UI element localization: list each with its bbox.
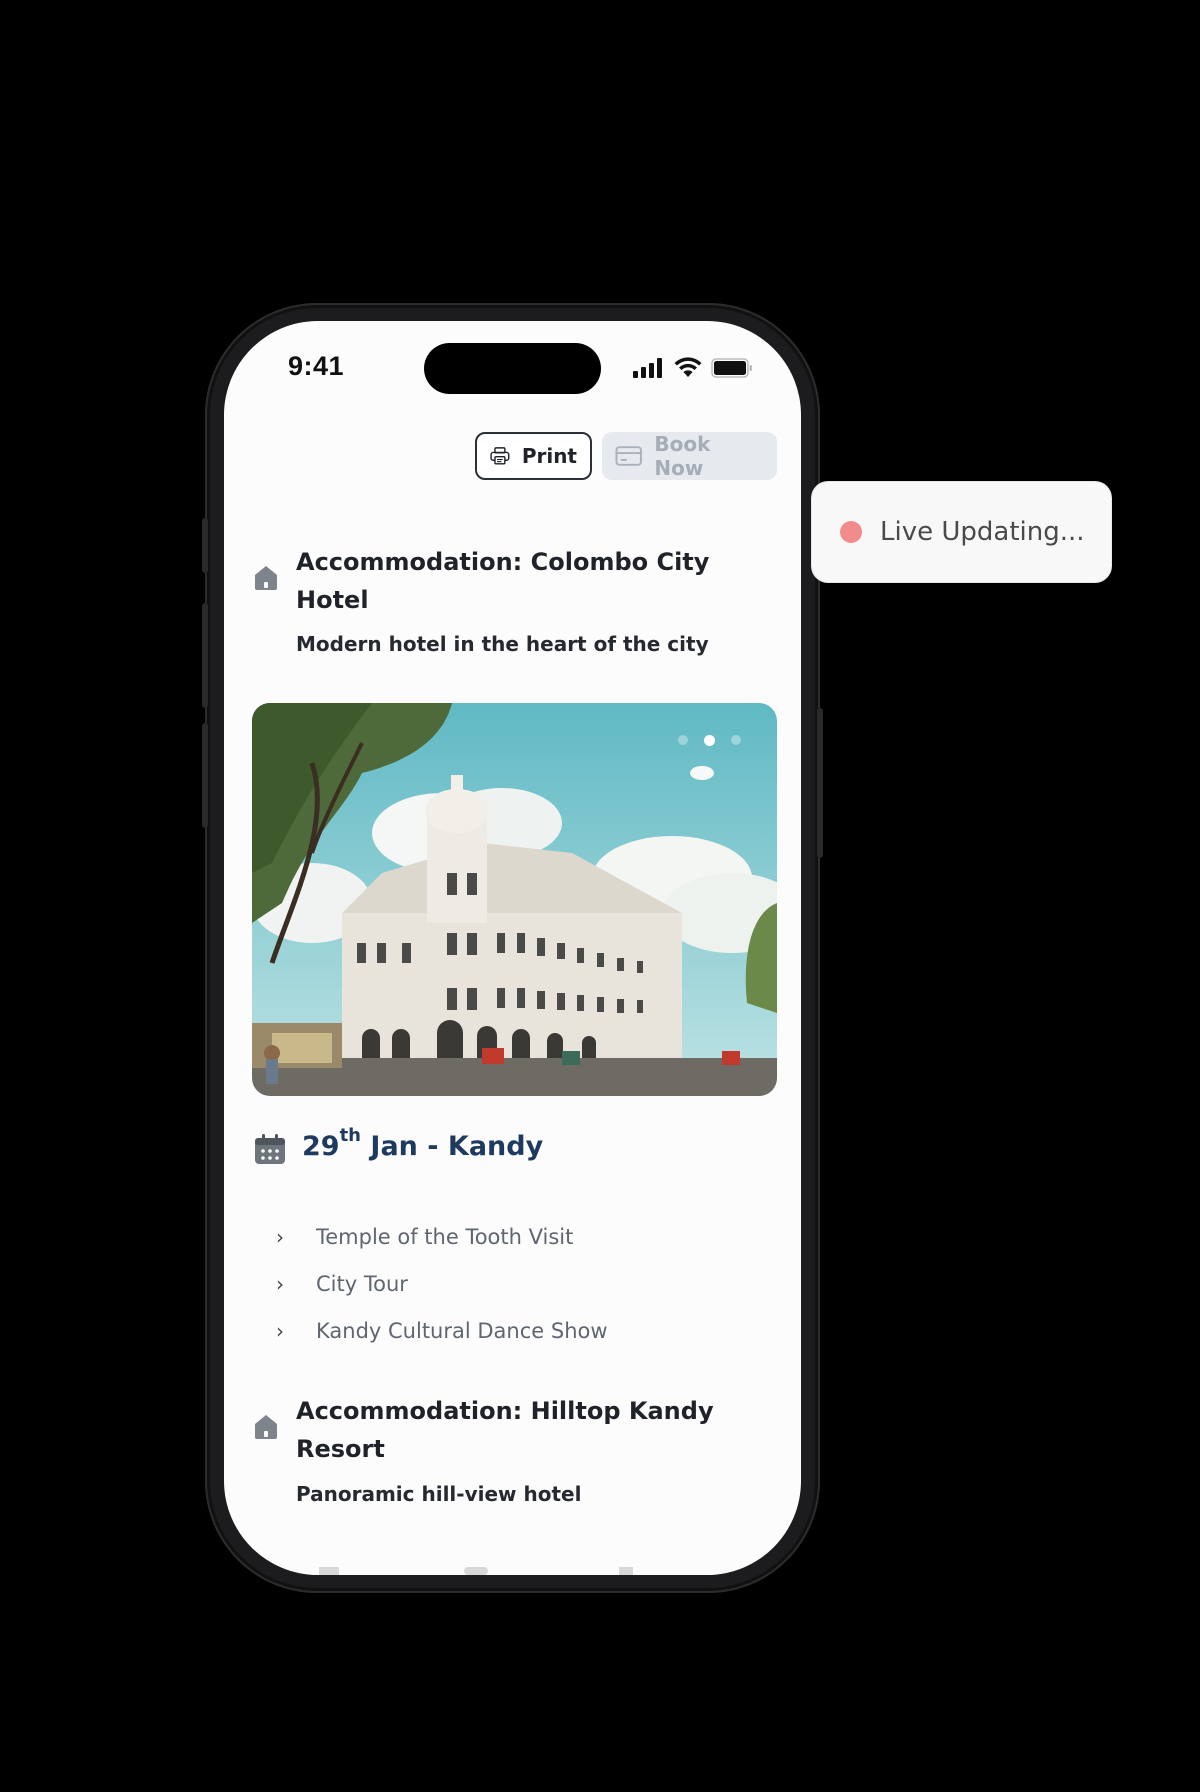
carousel-dot-active[interactable]: [704, 735, 715, 746]
live-updating-pill: Live Updating...: [812, 482, 1111, 582]
print-label: Print: [521, 444, 577, 468]
activity-label: Temple of the Tooth Visit: [316, 1224, 574, 1249]
status-time: 9:41: [288, 351, 345, 381]
day-heading: 29th Jan - Kandy: [302, 1125, 544, 1162]
battery-icon: [711, 357, 752, 378]
hotel-photo: [252, 703, 777, 1096]
live-indicator-dot: [840, 521, 862, 543]
cellular-signal-icon: [633, 357, 662, 378]
carousel-dot[interactable]: [678, 735, 688, 745]
activity-label: City Tour: [316, 1271, 408, 1296]
home-icon: [255, 566, 277, 590]
chevron-right-icon: ›: [276, 1318, 284, 1343]
activity-list: › Temple of the Tooth Visit › City Tour …: [276, 1213, 608, 1354]
carousel-indicator: [678, 735, 741, 746]
credit-card-icon: [615, 446, 642, 466]
top-actions: Print Book Now: [475, 432, 777, 480]
accommodation-title-2: Accommodation: Hilltop Kandy Resort: [296, 1397, 714, 1463]
activity-item[interactable]: › City Tour: [276, 1260, 608, 1307]
live-updating-label: Live Updating...: [880, 517, 1085, 547]
system-nav-bar: [319, 1567, 633, 1575]
hotel-photo-carousel[interactable]: [252, 703, 777, 1096]
home-icon: [255, 1415, 277, 1439]
chevron-right-icon: ›: [276, 1271, 284, 1296]
chevron-right-icon: ›: [276, 1224, 284, 1249]
activity-label: Kandy Cultural Dance Show: [316, 1318, 608, 1343]
book-now-button[interactable]: Book Now: [602, 432, 777, 480]
print-button[interactable]: Print: [475, 432, 592, 480]
activity-item[interactable]: › Kandy Cultural Dance Show: [276, 1307, 608, 1354]
phone-screen: 9:41 Print Book Now Accommodation: Colom…: [224, 321, 801, 1575]
wifi-icon: [674, 357, 702, 377]
book-now-label: Book Now: [654, 432, 711, 480]
volume-down-button: [202, 723, 208, 828]
phone-frame: 9:41 Print Book Now Accommodation: Colom…: [202, 303, 823, 1593]
activity-item[interactable]: › Temple of the Tooth Visit: [276, 1213, 608, 1260]
action-button: [202, 518, 208, 573]
dynamic-island: [424, 343, 601, 394]
power-button: [817, 708, 823, 858]
status-icons: [633, 357, 753, 378]
calendar-icon: [255, 1134, 285, 1164]
accommodation-subtitle-2: Panoramic hill-view hotel: [296, 1482, 582, 1506]
accommodation-title-1: Accommodation: Colombo City Hotel: [296, 548, 710, 614]
carousel-dot[interactable]: [731, 735, 741, 745]
volume-up-button: [202, 603, 208, 708]
printer-icon: [490, 447, 510, 465]
accommodation-subtitle-1: Modern hotel in the heart of the city: [296, 632, 709, 656]
